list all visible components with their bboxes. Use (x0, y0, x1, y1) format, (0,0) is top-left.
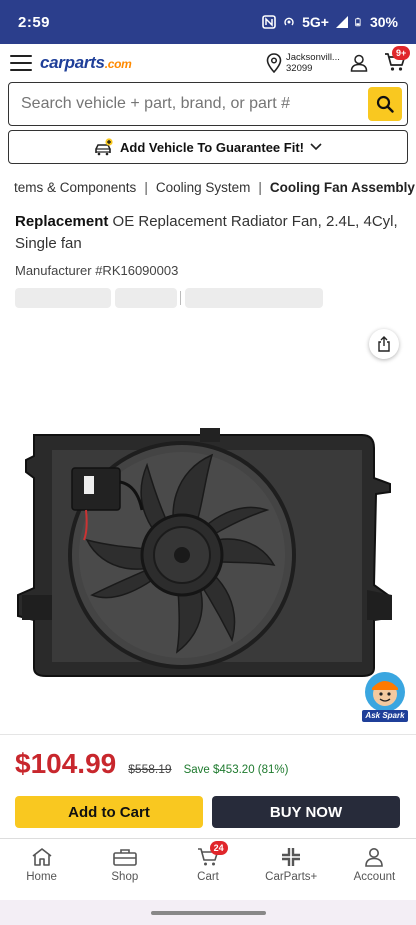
search-icon (376, 95, 394, 113)
divider (0, 734, 416, 735)
nav-shop-label: Shop (111, 871, 139, 883)
breadcrumb-separator: | (144, 180, 148, 195)
app-header: carparts.com Jacksonvill... 32099 9+ (0, 44, 416, 82)
bottom-nav: Home Shop 24 Cart CarParts+ Account (0, 838, 416, 900)
network-type: 5G+ (302, 14, 329, 30)
account-icon (365, 848, 384, 867)
signal-icon (335, 16, 348, 28)
status-bar: 2:59 5G+ 30% (0, 0, 416, 44)
add-vehicle-label: Add Vehicle To Guarantee Fit! (120, 139, 304, 155)
nav-home-label: Home (26, 871, 57, 883)
logo-suffix: .com (104, 57, 132, 71)
add-to-cart-button[interactable]: Add to Cart (15, 796, 203, 828)
nav-shop[interactable]: Shop (83, 839, 166, 900)
location-city: Jacksonvill... (286, 52, 340, 63)
breadcrumb: tems & Components | Cooling System | Cooling… (0, 180, 416, 195)
product-image[interactable] (12, 420, 404, 690)
location-zip: 32099 (286, 63, 313, 74)
product-brand[interactable]: Replacement (15, 213, 108, 230)
breadcrumb-item-current: Cooling Fan Assembly (269, 180, 415, 195)
carparts-logo[interactable]: carparts.com (40, 53, 132, 73)
qa-skeleton (185, 288, 323, 308)
nav-account[interactable]: Account (333, 839, 416, 900)
home-icon (32, 848, 52, 866)
account-icon[interactable] (350, 54, 368, 72)
buy-now-button[interactable]: BUY NOW (212, 796, 400, 828)
price-row: $104.99 $558.19 Save $453.20 (81%) (15, 748, 288, 780)
chevron-down-icon (310, 143, 322, 151)
location-selector[interactable]: Jacksonvill... 32099 (266, 52, 340, 74)
nfc-icon (262, 15, 276, 29)
product-title: Replacement OE Replacement Radiator Fan,… (15, 211, 405, 255)
ask-spark-label: Ask Spark (362, 710, 408, 722)
menu-icon[interactable] (10, 55, 32, 71)
battery-icon (355, 17, 361, 27)
carparts-plus-icon (282, 848, 301, 866)
cart-nav-badge: 24 (209, 841, 228, 855)
rating-skeleton (15, 288, 111, 308)
breadcrumb-item-cooling-system[interactable]: Cooling System (156, 180, 251, 195)
car-plus-icon (95, 138, 113, 156)
skeleton-divider (180, 291, 181, 305)
breadcrumb-separator: | (258, 180, 262, 195)
savings-text: Save $453.20 (81%) (183, 764, 289, 776)
home-gesture-bar[interactable] (151, 911, 266, 915)
nav-carparts-plus-label: CarParts+ (265, 871, 318, 883)
share-button[interactable] (369, 329, 399, 359)
nav-cart-label: Cart (197, 871, 219, 883)
status-icons: 5G+ 30% (262, 14, 398, 30)
hotspot-icon (284, 17, 294, 26)
toolbox-icon (112, 849, 137, 866)
location-pin-icon (266, 53, 282, 73)
share-icon (378, 335, 390, 352)
nav-cart[interactable]: 24 Cart (166, 839, 249, 900)
spark-assistant-icon (365, 672, 405, 712)
nav-home[interactable]: Home (0, 839, 83, 900)
breadcrumb-item-engine-items[interactable]: tems & Components (14, 180, 136, 195)
search-button[interactable] (368, 87, 402, 121)
add-vehicle-button[interactable]: Add Vehicle To Guarantee Fit! (8, 130, 408, 164)
sale-price: $104.99 (15, 748, 117, 779)
ask-spark-button[interactable]: Ask Spark (362, 670, 408, 724)
status-time: 2:59 (18, 13, 51, 31)
cart-count-badge: 9+ (392, 46, 411, 60)
reviews-skeleton (115, 288, 177, 308)
list-price: $558.19 (128, 762, 172, 776)
search-bar (8, 82, 408, 126)
nav-carparts-plus[interactable]: CarParts+ (250, 839, 333, 900)
manufacturer-number: Manufacturer #RK16090003 (15, 263, 179, 278)
logo-main: carparts (40, 53, 105, 72)
search-input[interactable] (9, 83, 368, 125)
nav-account-label: Account (353, 871, 396, 883)
battery-level: 30% (369, 14, 398, 30)
